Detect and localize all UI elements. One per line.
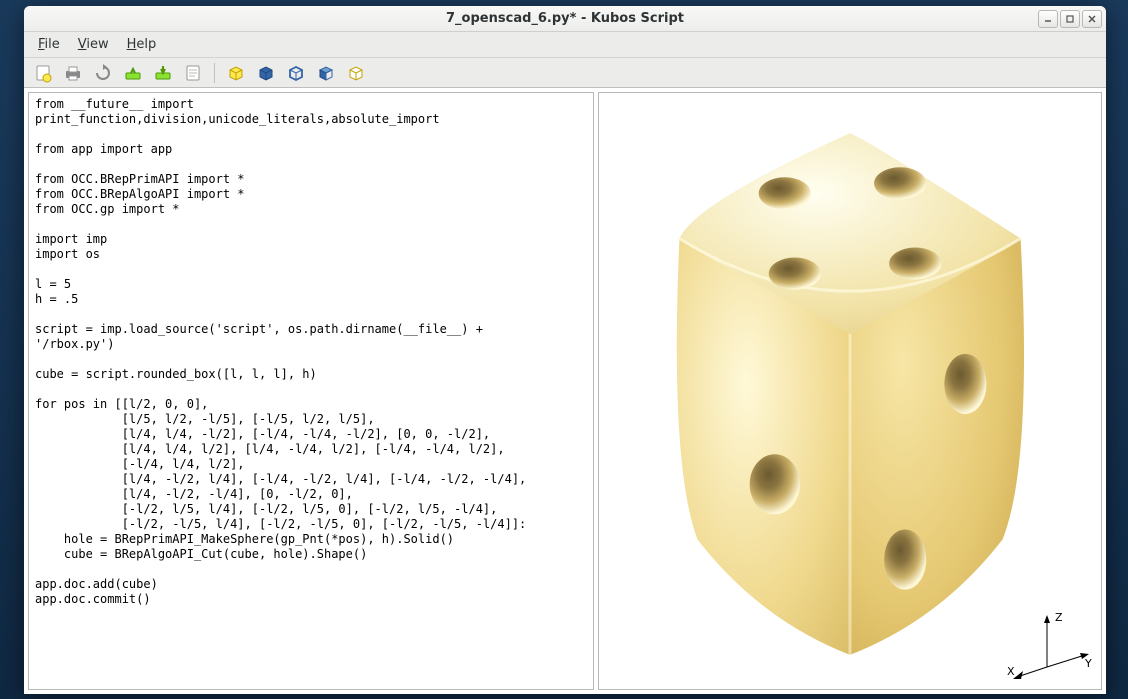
code-editor-pane[interactable]: from __future__ import print_function,di… <box>28 92 594 690</box>
code-editor[interactable]: from __future__ import print_function,di… <box>29 93 593 611</box>
toolbar <box>24 58 1106 88</box>
dice-rendering <box>599 93 1101 689</box>
window-title: 7_openscad_6.py* - Kubos Script <box>446 11 684 26</box>
svg-text:Y: Y <box>1084 657 1092 670</box>
cube-wire-icon[interactable] <box>283 61 309 85</box>
axes-gizmo: Z Y X <box>1007 609 1093 683</box>
svg-text:X: X <box>1007 665 1015 678</box>
minimize-button[interactable] <box>1038 10 1058 28</box>
svg-text:Z: Z <box>1055 611 1063 624</box>
menubar: File View Help <box>24 32 1106 58</box>
window-controls <box>1038 10 1102 28</box>
cube-solid-icon[interactable] <box>223 61 249 85</box>
print-icon[interactable] <box>60 61 86 85</box>
save-icon[interactable] <box>150 61 176 85</box>
cube-front-icon[interactable] <box>313 61 339 85</box>
3d-viewer-pane[interactable]: Z Y X <box>598 92 1102 690</box>
close-button[interactable] <box>1082 10 1102 28</box>
cube-shaded-icon[interactable] <box>253 61 279 85</box>
app-window: 7_openscad_6.py* - Kubos Script File Vie… <box>24 6 1106 694</box>
menu-help[interactable]: Help <box>119 34 165 55</box>
content-area: from __future__ import print_function,di… <box>24 88 1106 694</box>
cube-outline-icon[interactable] <box>343 61 369 85</box>
edit-icon[interactable] <box>180 61 206 85</box>
toolbar-separator <box>214 63 215 83</box>
menu-view[interactable]: View <box>70 34 117 55</box>
refresh-icon[interactable] <box>90 61 116 85</box>
maximize-button[interactable] <box>1060 10 1080 28</box>
new-file-icon[interactable] <box>30 61 56 85</box>
titlebar: 7_openscad_6.py* - Kubos Script <box>24 6 1106 32</box>
open-icon[interactable] <box>120 61 146 85</box>
menu-file[interactable]: File <box>30 34 68 55</box>
